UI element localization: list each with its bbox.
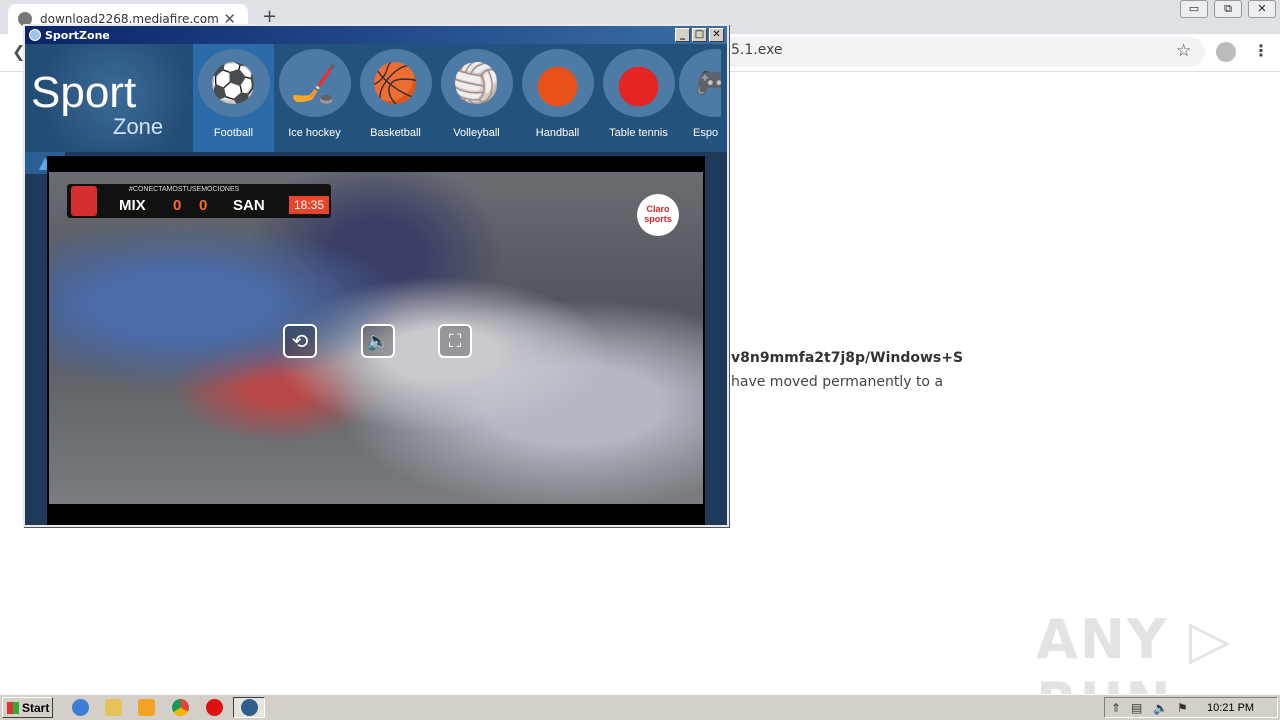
network-icon[interactable]: ▤: [1131, 701, 1142, 715]
sport-football[interactable]: ⚽ Football: [193, 44, 274, 152]
media-player-icon[interactable]: [138, 699, 155, 716]
sz-close-button[interactable]: ✕: [709, 28, 724, 42]
replay-button[interactable]: ⟲: [283, 324, 317, 358]
sport-label: Volleyball: [453, 127, 500, 139]
table-tennis-icon: ●: [602, 49, 675, 117]
sports-nav: ⚽ Football 🏒 Ice hockey 🏀 Basketball 🏐 V…: [193, 44, 727, 152]
browser-window-controls: ▭ ⧉ ✕: [1174, 0, 1276, 18]
logo-sport-text: Sport: [31, 68, 137, 117]
sz-maximize-button[interactable]: □: [692, 28, 707, 42]
volume-icon: 🔈: [366, 330, 390, 352]
sport-label: Ice hockey: [288, 127, 341, 139]
handball-icon: ●: [521, 49, 594, 117]
windows-flag-icon: [7, 701, 19, 714]
sport-basketball[interactable]: 🏀 Basketball: [355, 44, 436, 152]
channel-logo: Claro sports: [637, 194, 679, 236]
windows-taskbar: Start ⇑ ▤ 🔈 ⚑ 10:21 PM: [0, 694, 1280, 720]
sport-handball[interactable]: ● Handball: [517, 44, 598, 152]
page-text-fragment: have moved permanently to a: [731, 374, 944, 390]
team-crest-icon: [71, 186, 97, 216]
profile-avatar[interactable]: [1216, 42, 1236, 62]
sportzone-taskbar-icon: [241, 699, 258, 716]
minimize-button[interactable]: ▭: [1180, 0, 1208, 18]
tray-expand-icon[interactable]: ⇑: [1111, 701, 1121, 715]
sport-label: Table tennis: [609, 127, 668, 139]
football-icon: ⚽: [197, 49, 270, 117]
sportzone-titlebar[interactable]: SportZone _ □ ✕: [25, 26, 727, 44]
sportzone-client: Sport Zone ⚽ Football 🏒 Ice hockey 🏀 Bas…: [25, 44, 727, 525]
start-button[interactable]: Start: [2, 697, 53, 718]
bookmark-star-icon[interactable]: ☆: [1176, 41, 1191, 61]
replay-icon: ⟲: [291, 329, 309, 353]
ice-hockey-icon: 🏒: [278, 49, 351, 117]
sportzone-app-icon: [29, 29, 41, 41]
volleyball-icon: 🏐: [440, 49, 513, 117]
scoreboard: #CONECTAMOSTUSEMOCIONES MIX 0 0 SAN 18:3…: [67, 184, 331, 218]
sport-label: Handball: [535, 127, 580, 139]
sport-label: Espo: [693, 127, 719, 139]
sport-volleyball[interactable]: 🏐 Volleyball: [436, 44, 517, 152]
sport-ice-hockey[interactable]: 🏒 Ice hockey: [274, 44, 355, 152]
volume-button[interactable]: 🔈: [361, 324, 395, 358]
internet-explorer-icon[interactable]: [72, 699, 89, 716]
folder-icon[interactable]: [105, 699, 122, 716]
away-team: SAN: [233, 197, 265, 214]
sport-label: Football: [213, 127, 254, 139]
sportzone-taskbar-button[interactable]: [233, 697, 265, 718]
fullscreen-icon: ⛶: [448, 330, 462, 352]
volume-tray-icon[interactable]: 🔈: [1153, 701, 1168, 715]
page-heading-fragment: v8n9mmfa2t7j8p/Windows+S: [731, 350, 964, 366]
sport-table-tennis[interactable]: ● Table tennis: [598, 44, 679, 152]
scoreboard-hashtag: #CONECTAMOSTUSEMOCIONES: [129, 186, 240, 193]
tray-clock[interactable]: 10:21 PM: [1207, 702, 1254, 714]
window-title: SportZone: [45, 28, 110, 42]
chrome-icon[interactable]: [172, 699, 189, 716]
browser-menu-icon[interactable]: ⋮: [1253, 41, 1269, 60]
home-score: 0: [173, 197, 182, 214]
video-player[interactable]: #CONECTAMOSTUSEMOCIONES MIX 0 0 SAN 18:3…: [47, 156, 705, 525]
sportzone-logo: Sport Zone: [25, 44, 193, 152]
sport-esports[interactable]: 🎮 Espo: [679, 44, 721, 152]
opera-icon[interactable]: [206, 699, 223, 716]
sz-minimize-button[interactable]: _: [675, 28, 690, 42]
system-tray: ⇑ ▤ 🔈 ⚑ 10:21 PM: [1104, 697, 1278, 718]
logo-zone-text: Zone: [113, 114, 164, 139]
action-center-flag-icon[interactable]: ⚑: [1177, 701, 1188, 715]
address-bar-url[interactable]: 5.1.exe: [731, 42, 783, 58]
sportzone-window: SportZone _ □ ✕ Sport Zone ⚽ Football 🏒 …: [23, 24, 729, 527]
sportzone-window-controls: _ □ ✕: [673, 28, 724, 42]
match-clock: 18:35: [289, 196, 329, 214]
restore-button[interactable]: ⧉: [1214, 0, 1242, 18]
sport-label: Basketball: [370, 127, 421, 139]
gamepad-icon: 🎮: [679, 49, 721, 117]
start-label: Start: [22, 700, 50, 715]
away-score: 0: [199, 197, 208, 214]
fullscreen-button[interactable]: ⛶: [438, 324, 472, 358]
basketball-icon: 🏀: [359, 49, 432, 117]
video-frame: #CONECTAMOSTUSEMOCIONES MIX 0 0 SAN 18:3…: [49, 172, 703, 504]
home-team: MIX: [119, 197, 146, 214]
close-button[interactable]: ✕: [1248, 0, 1276, 18]
